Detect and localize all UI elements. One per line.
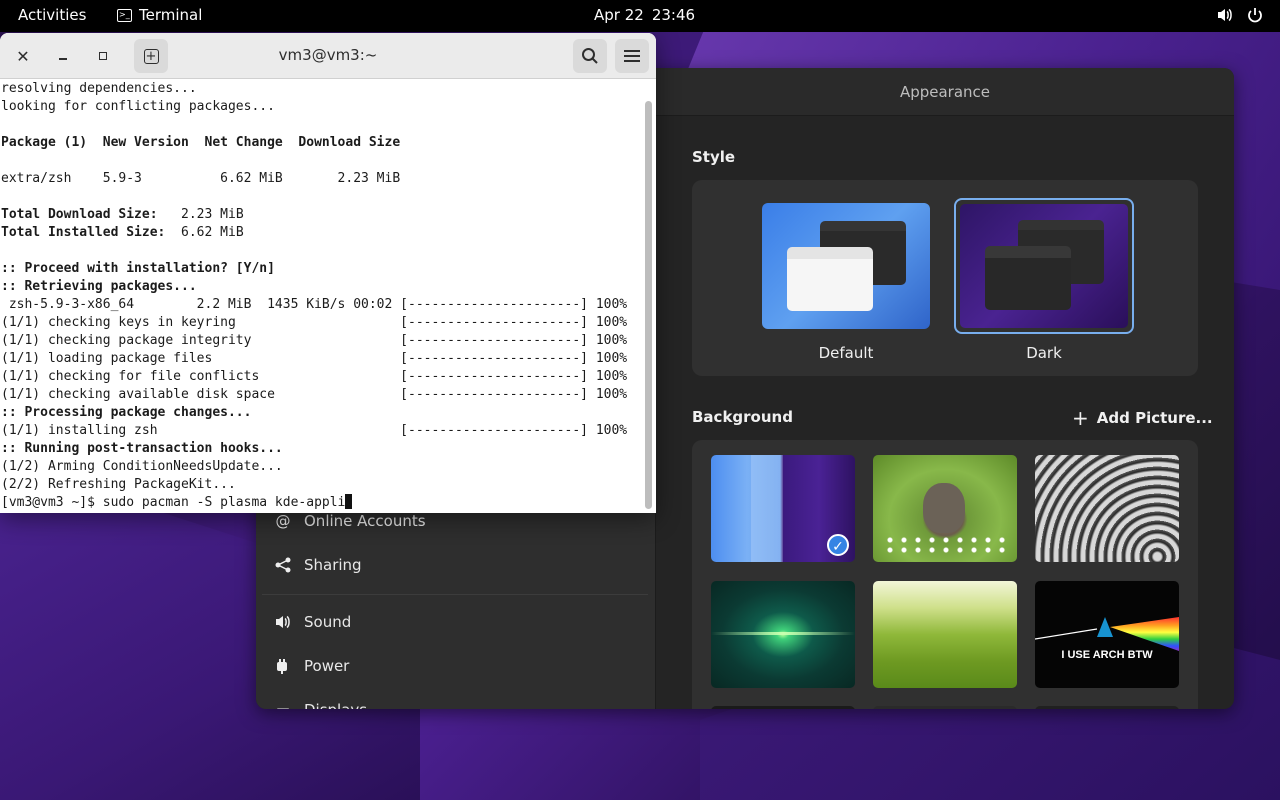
add-picture-label: Add Picture... bbox=[1096, 409, 1213, 427]
system-status-area[interactable] bbox=[1216, 6, 1264, 24]
sidebar-item-sound[interactable]: Sound bbox=[274, 613, 351, 631]
wallpaper-arch-prism[interactable]: I USE ARCH BTW bbox=[1035, 581, 1179, 688]
terminal-line: :: Running post-transaction hooks... bbox=[1, 441, 283, 456]
terminal-line: (1/1) checking for file conflicts [-----… bbox=[1, 369, 628, 384]
terminal-output[interactable]: resolving dependencies... looking for con… bbox=[0, 79, 645, 513]
volume-icon bbox=[1218, 8, 1232, 22]
sidebar-item-label: Online Accounts bbox=[304, 512, 426, 530]
terminal-line: (1/1) checking available disk space [---… bbox=[1, 387, 628, 402]
terminal-line: :: Processing package changes... bbox=[1, 405, 252, 420]
wallpaper-grey-spiral[interactable] bbox=[1035, 455, 1179, 562]
style-option-default[interactable] bbox=[762, 203, 930, 329]
terminal-line: looking for conflicting packages... bbox=[1, 99, 275, 114]
sidebar-separator bbox=[262, 594, 648, 595]
terminal-line: (1/1) checking package integrity [------… bbox=[1, 333, 628, 348]
wallpaper-kitten-in-grass[interactable] bbox=[873, 455, 1017, 562]
menu-button[interactable] bbox=[615, 39, 649, 73]
preview-window-front bbox=[985, 246, 1071, 310]
clock-time: 23:46 bbox=[651, 6, 696, 24]
sidebar-item-label: Displays bbox=[304, 701, 367, 709]
wallpaper-partial[interactable] bbox=[711, 706, 855, 709]
wallpaper-adwaita-default[interactable]: ✓ bbox=[711, 455, 855, 562]
terminal-line: (1/1) installing zsh [------------------… bbox=[1, 423, 628, 438]
power-plug-icon bbox=[277, 659, 287, 674]
terminal-line: (1/1) loading package files [-----------… bbox=[1, 351, 628, 366]
top-bar: Activities >_ Terminal Apr 22 23:46 bbox=[0, 0, 1280, 32]
style-heading: Style bbox=[692, 148, 736, 166]
terminal-line: Total Installed Size: 6.62 MiB bbox=[1, 225, 244, 240]
sidebar-item-label: Power bbox=[304, 657, 350, 675]
terminal-line: (1/2) Arming ConditionNeedsUpdate... bbox=[1, 459, 283, 474]
plus-icon: + bbox=[1072, 406, 1089, 430]
terminal-line: Package (1) New Version Net Change Downl… bbox=[1, 135, 401, 150]
terminal-line: zsh-5.9-3-x86_64 2.2 MiB 1435 KiB/s 00:0… bbox=[1, 297, 628, 312]
kitten-shape bbox=[923, 483, 965, 533]
sidebar-item-label: Sound bbox=[304, 613, 352, 631]
terminal-prompt[interactable]: [vm3@vm3 ~]$ sudo pacman -S plasma kde-a… bbox=[1, 494, 645, 512]
sidebar-item-sharing[interactable]: Sharing bbox=[274, 556, 362, 574]
background-heading: Background bbox=[692, 408, 793, 426]
power-icon bbox=[1248, 8, 1262, 23]
terminal-line: (1/1) checking keys in keyring [--------… bbox=[1, 315, 628, 330]
search-icon bbox=[582, 48, 598, 64]
at-icon: @ bbox=[275, 512, 291, 530]
wallpaper-green-light-burst[interactable] bbox=[711, 581, 855, 688]
terminal-window: ✕ + vm3@vm3:~ resolving dependencies... l… bbox=[0, 33, 656, 513]
style-option-dark[interactable] bbox=[954, 198, 1134, 334]
sidebar-item-power[interactable]: Power bbox=[274, 657, 349, 675]
terminal-icon: >_ bbox=[117, 8, 132, 22]
arch-prism-art bbox=[1035, 617, 1179, 651]
terminal-line: (2/2) Refreshing PackageKit... bbox=[1, 477, 236, 492]
sidebar-item-online-accounts[interactable]: @ Online Accounts bbox=[274, 512, 426, 530]
app-name: Terminal bbox=[139, 6, 203, 24]
clock-date: Apr 22 bbox=[594, 6, 644, 24]
terminal-line: extra/zsh 5.9-3 6.62 MiB 2.23 MiB bbox=[1, 171, 401, 186]
style-default-label: Default bbox=[818, 344, 874, 362]
terminal-scrollbar[interactable] bbox=[645, 101, 652, 509]
wallpaper-facet bbox=[751, 455, 783, 562]
share-icon bbox=[275, 557, 291, 573]
hamburger-icon bbox=[624, 50, 640, 62]
clock[interactable]: Apr 22 23:46 bbox=[594, 6, 695, 24]
terminal-line: Total Download Size: 2.23 MiB bbox=[1, 207, 244, 222]
light-streak bbox=[711, 632, 855, 635]
wallpaper-partial[interactable] bbox=[1035, 706, 1179, 709]
flowers bbox=[883, 535, 1007, 555]
add-picture-button[interactable]: + Add Picture... bbox=[1072, 406, 1213, 430]
page-title: Appearance bbox=[656, 68, 1234, 116]
wallpaper-partial[interactable] bbox=[873, 706, 1017, 709]
terminal-line: :: Proceed with installation? [Y/n] bbox=[1, 261, 275, 276]
style-dark-label: Dark bbox=[1026, 344, 1062, 362]
speaker-icon bbox=[276, 615, 290, 629]
dark-preview bbox=[960, 204, 1128, 328]
terminal-line: :: Retrieving packages... bbox=[1, 279, 197, 294]
terminal-title: vm3@vm3:~ bbox=[278, 46, 378, 64]
activities-button[interactable]: Activities bbox=[18, 6, 86, 24]
display-icon: ▭ bbox=[274, 701, 292, 709]
sidebar-item-label: Sharing bbox=[304, 556, 362, 574]
preview-window-front bbox=[787, 247, 873, 311]
selected-check-icon: ✓ bbox=[827, 534, 849, 556]
prompt-text: [vm3@vm3 ~]$ sudo pacman -S plasma kde-a… bbox=[1, 495, 346, 510]
terminal-line: resolving dependencies... bbox=[1, 81, 197, 96]
terminal-header-bar: ✕ + vm3@vm3:~ bbox=[0, 33, 656, 79]
wallpaper-green-hills[interactable] bbox=[873, 581, 1017, 688]
arch-caption: I USE ARCH BTW bbox=[1061, 649, 1153, 661]
search-button[interactable] bbox=[573, 39, 607, 73]
text-cursor bbox=[345, 494, 353, 509]
app-menu[interactable]: >_ Terminal bbox=[117, 6, 202, 24]
sidebar-item-displays[interactable]: ▭ Displays bbox=[274, 701, 367, 709]
